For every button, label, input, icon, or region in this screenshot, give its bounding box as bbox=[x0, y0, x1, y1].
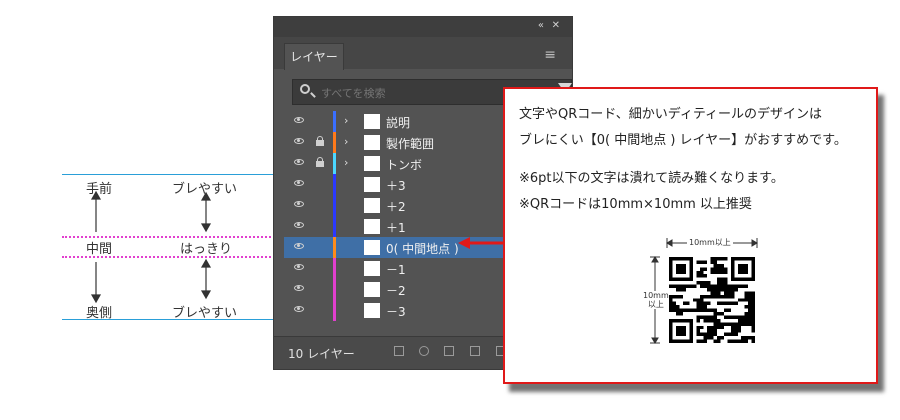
dim-top-label: 10mm以上 bbox=[687, 237, 733, 248]
qr-code-icon bbox=[669, 257, 755, 343]
layer-thumbnail bbox=[364, 282, 380, 297]
layer-name[interactable]: 説明 bbox=[386, 114, 410, 131]
double-chevron-icon[interactable]: « bbox=[538, 20, 544, 31]
chevron-right-icon[interactable]: › bbox=[344, 156, 348, 169]
eye-icon[interactable] bbox=[294, 306, 304, 312]
layer-color-bar bbox=[333, 237, 336, 258]
explanation-callout: 文字やQRコード、細かいディティールのデザインは ブレにくい【0( 中間地点 )… bbox=[503, 87, 878, 384]
layer-thumbnail bbox=[364, 219, 380, 234]
eye-icon[interactable] bbox=[294, 201, 304, 207]
callout-line-2: ブレにくい【0( 中間地点 ) レイヤー】がおすすめです。 bbox=[519, 133, 847, 148]
layer-thumbnail bbox=[364, 303, 380, 318]
layer-color-bar bbox=[333, 258, 336, 279]
lock-icon[interactable] bbox=[316, 136, 324, 146]
chevron-right-icon[interactable]: › bbox=[344, 114, 348, 127]
eye-icon[interactable] bbox=[294, 243, 304, 249]
layer-color-bar bbox=[333, 300, 336, 321]
layer-name[interactable]: トンボ bbox=[386, 156, 422, 173]
eye-icon[interactable] bbox=[294, 222, 304, 228]
close-icon[interactable]: ✕ bbox=[552, 20, 560, 31]
eye-icon[interactable] bbox=[294, 264, 304, 270]
pointer-arrow-icon bbox=[458, 237, 508, 249]
tab-layers[interactable]: レイヤー bbox=[284, 43, 344, 70]
layer-name[interactable]: －1 bbox=[386, 261, 406, 278]
layer-color-bar bbox=[333, 195, 336, 216]
callout-note-1: ※6pt以下の文字は潰れて読み難くなります。 bbox=[519, 171, 784, 186]
arrows-graphic bbox=[90, 190, 212, 304]
new-sublayer-icon[interactable] bbox=[470, 346, 480, 356]
eye-icon[interactable] bbox=[294, 138, 304, 144]
layer-thumbnail bbox=[364, 177, 380, 192]
layer-name[interactable]: ＋3 bbox=[386, 177, 406, 194]
layer-thumbnail bbox=[364, 114, 380, 129]
eye-icon[interactable] bbox=[294, 285, 304, 291]
qr-size-diagram: 10mm以上 10mm 以上 bbox=[625, 235, 765, 353]
eye-icon[interactable] bbox=[294, 117, 304, 123]
layer-count: 10 レイヤー bbox=[288, 347, 355, 361]
layer-color-bar bbox=[333, 111, 336, 132]
search-input[interactable] bbox=[319, 83, 503, 103]
callout-line-1: 文字やQRコード、細かいディティールのデザインは bbox=[519, 107, 823, 122]
dim-side-label: 10mm 以上 bbox=[643, 291, 669, 309]
layer-name[interactable]: －2 bbox=[386, 282, 406, 299]
locate-icon[interactable] bbox=[419, 346, 429, 356]
layer-name[interactable]: ＋1 bbox=[386, 219, 406, 236]
layer-thumbnail bbox=[364, 198, 380, 213]
layer-name[interactable]: －3 bbox=[386, 303, 406, 320]
export-icon[interactable] bbox=[394, 346, 404, 356]
lock-icon[interactable] bbox=[316, 157, 324, 167]
layer-name[interactable]: 0( 中間地点 ) bbox=[386, 240, 459, 257]
callout-note-2: ※QRコードは10mm×10mm 以上推奨 bbox=[519, 197, 752, 212]
layer-name[interactable]: ＋2 bbox=[386, 198, 406, 215]
search-icon bbox=[300, 84, 310, 94]
hamburger-icon[interactable]: ≡ bbox=[544, 47, 556, 63]
layer-color-bar bbox=[333, 132, 336, 153]
layer-thumbnail bbox=[364, 240, 380, 255]
eye-icon[interactable] bbox=[294, 180, 304, 186]
eye-icon[interactable] bbox=[294, 159, 304, 165]
layer-color-bar bbox=[333, 153, 336, 174]
layer-thumbnail bbox=[364, 135, 380, 150]
panel-topbar: « ✕ bbox=[274, 17, 572, 37]
layer-thumbnail bbox=[364, 156, 380, 171]
layer-color-bar bbox=[333, 174, 336, 195]
clipping-mask-icon[interactable] bbox=[444, 346, 454, 356]
chevron-right-icon[interactable]: › bbox=[344, 135, 348, 148]
layer-thumbnail bbox=[364, 261, 380, 276]
layer-color-bar bbox=[333, 216, 336, 237]
layer-color-bar bbox=[333, 279, 336, 300]
layer-name[interactable]: 製作範囲 bbox=[386, 135, 434, 152]
